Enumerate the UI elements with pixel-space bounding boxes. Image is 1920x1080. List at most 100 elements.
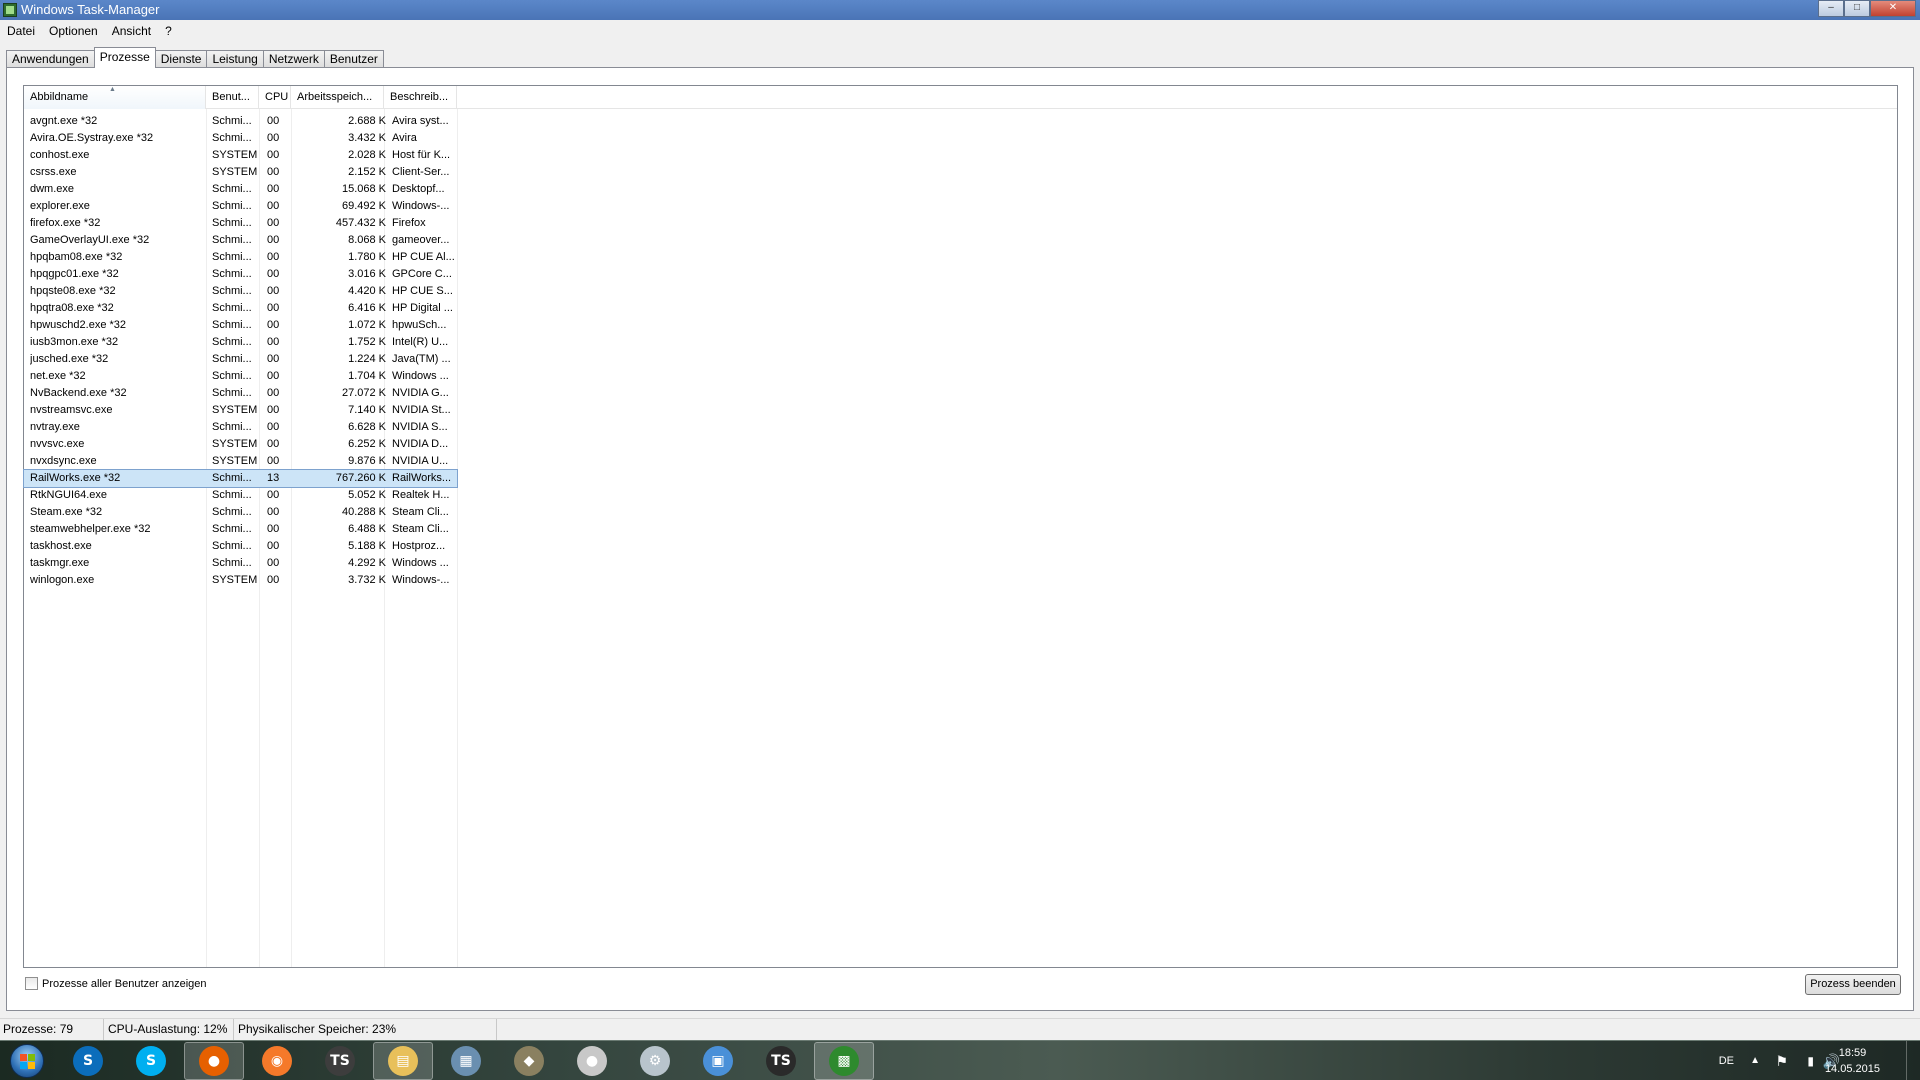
column-header-memory[interactable]: Arbeitsspeich... bbox=[291, 86, 384, 109]
table-row[interactable]: firefox.exe *32 Schmi... 00 457.432 K Firefo… bbox=[24, 215, 457, 232]
process-description-cell: NVIDIA St... bbox=[392, 404, 451, 416]
blender-taskbar-button[interactable]: ◉ bbox=[247, 1042, 307, 1080]
process-memory-cell: 2.028 K bbox=[348, 149, 386, 161]
table-row[interactable]: taskhost.exe Schmi... 00 5.188 K Hostproz... bbox=[24, 538, 457, 555]
table-row[interactable]: taskmgr.exe Schmi... 00 4.292 K Windows ... bbox=[24, 555, 457, 572]
process-user-cell: Schmi... bbox=[212, 353, 252, 365]
table-row[interactable]: Steam.exe *32 Schmi... 00 40.288 K Steam Cli… bbox=[24, 504, 457, 521]
table-row[interactable]: hpqbam08.exe *32 Schmi... 00 1.780 K HP CUE … bbox=[24, 249, 457, 266]
railworks-taskbar-button[interactable]: ▦ bbox=[436, 1042, 496, 1080]
table-row[interactable]: jusched.exe *32 Schmi... 00 1.224 K Java(TM)… bbox=[24, 351, 457, 368]
process-cpu-cell: 00 bbox=[267, 166, 280, 178]
process-name-cell: winlogon.exe bbox=[30, 574, 95, 586]
tab-dienste[interactable]: Dienste bbox=[154, 50, 208, 68]
process-name-cell: nvstreamsvc.exe bbox=[30, 404, 113, 416]
task-manager-icon: ▩ bbox=[829, 1046, 859, 1076]
table-row[interactable]: conhost.exe SYSTEM 00 2.028 K Host für K... bbox=[24, 147, 457, 164]
column-header-cpu[interactable]: CPU bbox=[259, 86, 291, 109]
table-row[interactable]: GameOverlayUI.exe *32 Schmi... 00 8.068 K ga… bbox=[24, 232, 457, 249]
process-name-cell: hpqste08.exe *32 bbox=[30, 285, 116, 297]
language-indicator[interactable]: DE bbox=[1719, 1041, 1734, 1080]
table-row[interactable]: winlogon.exe SYSTEM 00 3.732 K Windows-... bbox=[24, 572, 457, 589]
start-button[interactable] bbox=[4, 1042, 50, 1080]
table-row[interactable]: dwm.exe Schmi... 00 15.068 K Desktopf... bbox=[24, 181, 457, 198]
skype-status-taskbar-button[interactable]: S bbox=[58, 1042, 118, 1080]
process-description-cell: HP Digital ... bbox=[392, 302, 453, 314]
process-name-cell: RtkNGUI64.exe bbox=[30, 489, 108, 501]
firefox-taskbar-button[interactable]: ● bbox=[184, 1042, 244, 1080]
network-icon[interactable]: ▮ bbox=[1807, 1041, 1814, 1080]
minimize-button[interactable]: – bbox=[1818, 0, 1844, 17]
tab-leistung[interactable]: Leistung bbox=[206, 50, 264, 68]
table-row[interactable]: nvstreamsvc.exe SYSTEM 00 7.140 K NVIDIA St.… bbox=[24, 402, 457, 419]
tab-anwendungen[interactable]: Anwendungen bbox=[6, 50, 95, 68]
tab-benutzer[interactable]: Benutzer bbox=[323, 50, 384, 68]
menu-ansicht[interactable]: Ansicht bbox=[105, 24, 158, 38]
column-header-user[interactable]: Benut... bbox=[206, 86, 259, 109]
table-row[interactable]: avgnt.exe *32 Schmi... 00 2.688 K Avira syst… bbox=[24, 113, 457, 130]
tab-strip: Anwendungen Prozesse Dienste Leistung Ne… bbox=[6, 47, 384, 68]
process-list[interactable]: ▲ Abbildname Benut... CPU Arbeitsspeich.… bbox=[23, 85, 1898, 968]
tab-netzwerk[interactable]: Netzwerk bbox=[262, 50, 325, 68]
process-description-cell: Windows ... bbox=[392, 557, 449, 569]
table-row[interactable]: nvvsvc.exe SYSTEM 00 6.252 K NVIDIA D... bbox=[24, 436, 457, 453]
steam-settings-icon: ⚙ bbox=[640, 1046, 670, 1076]
clock-date: 14.05.2015 bbox=[1824, 1063, 1880, 1075]
column-header-image-name[interactable]: ▲ Abbildname bbox=[24, 86, 206, 109]
process-cpu-cell: 00 bbox=[267, 319, 280, 331]
menu-datei[interactable]: Datei bbox=[0, 24, 42, 38]
table-row[interactable]: hpqtra08.exe *32 Schmi... 00 6.416 K HP Digi… bbox=[24, 300, 457, 317]
process-description-cell: NVIDIA S... bbox=[392, 421, 448, 433]
end-process-button[interactable]: Prozess beenden bbox=[1805, 974, 1901, 995]
show-all-users-checkbox[interactable] bbox=[25, 977, 38, 990]
show-all-users-option[interactable]: Prozesse aller Benutzer anzeigen bbox=[25, 977, 206, 990]
column-label: Benut... bbox=[212, 91, 250, 103]
table-row[interactable]: net.exe *32 Schmi... 00 1.704 K Windows ... bbox=[24, 368, 457, 385]
table-row[interactable]: hpqgpc01.exe *32 Schmi... 00 3.016 K GPCore … bbox=[24, 266, 457, 283]
skype-status-icon: S bbox=[73, 1046, 103, 1076]
table-row[interactable]: hpwuschd2.exe *32 Schmi... 00 1.072 K hpwuSc… bbox=[24, 317, 457, 334]
task-manager-taskbar-button[interactable]: ▩ bbox=[814, 1042, 874, 1080]
tab-prozesse[interactable]: Prozesse bbox=[93, 47, 156, 68]
column-header-description[interactable]: Beschreib... bbox=[384, 86, 457, 109]
menu-help[interactable]: ? bbox=[158, 24, 179, 38]
process-cpu-cell: 00 bbox=[267, 302, 280, 314]
table-row[interactable]: explorer.exe Schmi... 00 69.492 K Windows-..… bbox=[24, 198, 457, 215]
task-manager-app-icon[interactable] bbox=[3, 3, 17, 17]
teamspeak-client-taskbar-button[interactable]: TS bbox=[751, 1042, 811, 1080]
system-clock[interactable]: 18:59 14.05.2015 bbox=[1825, 1045, 1880, 1077]
table-row[interactable]: nvtray.exe Schmi... 00 6.628 K NVIDIA S... bbox=[24, 419, 457, 436]
action-center-flag-icon[interactable]: ⚑ bbox=[1775, 1041, 1788, 1080]
tray-expand-icon[interactable]: ▲ bbox=[1750, 1041, 1760, 1080]
skype-icon: S bbox=[136, 1046, 166, 1076]
teamspeak-taskbar-button[interactable]: TS bbox=[310, 1042, 370, 1080]
process-description-cell: Windows-... bbox=[392, 200, 450, 212]
process-name-cell: net.exe *32 bbox=[30, 370, 86, 382]
table-row[interactable]: steamwebhelper.exe *32 Schmi... 00 6.488 K S… bbox=[24, 521, 457, 538]
tank-game-taskbar-button[interactable]: ◆ bbox=[499, 1042, 559, 1080]
process-memory-cell: 7.140 K bbox=[348, 404, 386, 416]
process-description-cell: Windows ... bbox=[392, 370, 449, 382]
explorer-folder-taskbar-button[interactable]: ▤ bbox=[373, 1042, 433, 1080]
skype-taskbar-button[interactable]: S bbox=[121, 1042, 181, 1080]
table-row[interactable]: NvBackend.exe *32 Schmi... 00 27.072 K NVIDI… bbox=[24, 385, 457, 402]
close-button[interactable]: ✕ bbox=[1870, 0, 1916, 17]
table-row[interactable]: iusb3mon.exe *32 Schmi... 00 1.752 K Intel(R… bbox=[24, 334, 457, 351]
table-row-selected[interactable]: RailWorks.exe *32 Schmi... 13 767.260 K Rail… bbox=[23, 469, 458, 488]
process-cpu-cell: 00 bbox=[267, 234, 280, 246]
process-user-cell: Schmi... bbox=[212, 268, 252, 280]
maximize-button[interactable]: □ bbox=[1844, 0, 1870, 17]
control-panel-taskbar-button[interactable]: ▣ bbox=[688, 1042, 748, 1080]
table-row[interactable]: RtkNGUI64.exe Schmi... 00 5.052 K Realtek H.… bbox=[24, 487, 457, 504]
table-row[interactable]: csrss.exe SYSTEM 00 2.152 K Client-Ser... bbox=[24, 164, 457, 181]
show-desktop-button[interactable] bbox=[1906, 1041, 1920, 1080]
process-memory-cell: 4.420 K bbox=[348, 285, 386, 297]
steam-settings-taskbar-button[interactable]: ⚙ bbox=[625, 1042, 685, 1080]
disc-app-taskbar-button[interactable]: ● bbox=[562, 1042, 622, 1080]
table-row[interactable]: nvxdsync.exe SYSTEM 00 9.876 K NVIDIA U... bbox=[24, 453, 457, 470]
process-name-cell: nvtray.exe bbox=[30, 421, 80, 433]
process-description-cell: Avira syst... bbox=[392, 115, 449, 127]
table-row[interactable]: Avira.OE.Systray.exe *32 Schmi... 00 3.432 … bbox=[24, 130, 457, 147]
menu-optionen[interactable]: Optionen bbox=[42, 24, 105, 38]
table-row[interactable]: hpqste08.exe *32 Schmi... 00 4.420 K HP CUE … bbox=[24, 283, 457, 300]
